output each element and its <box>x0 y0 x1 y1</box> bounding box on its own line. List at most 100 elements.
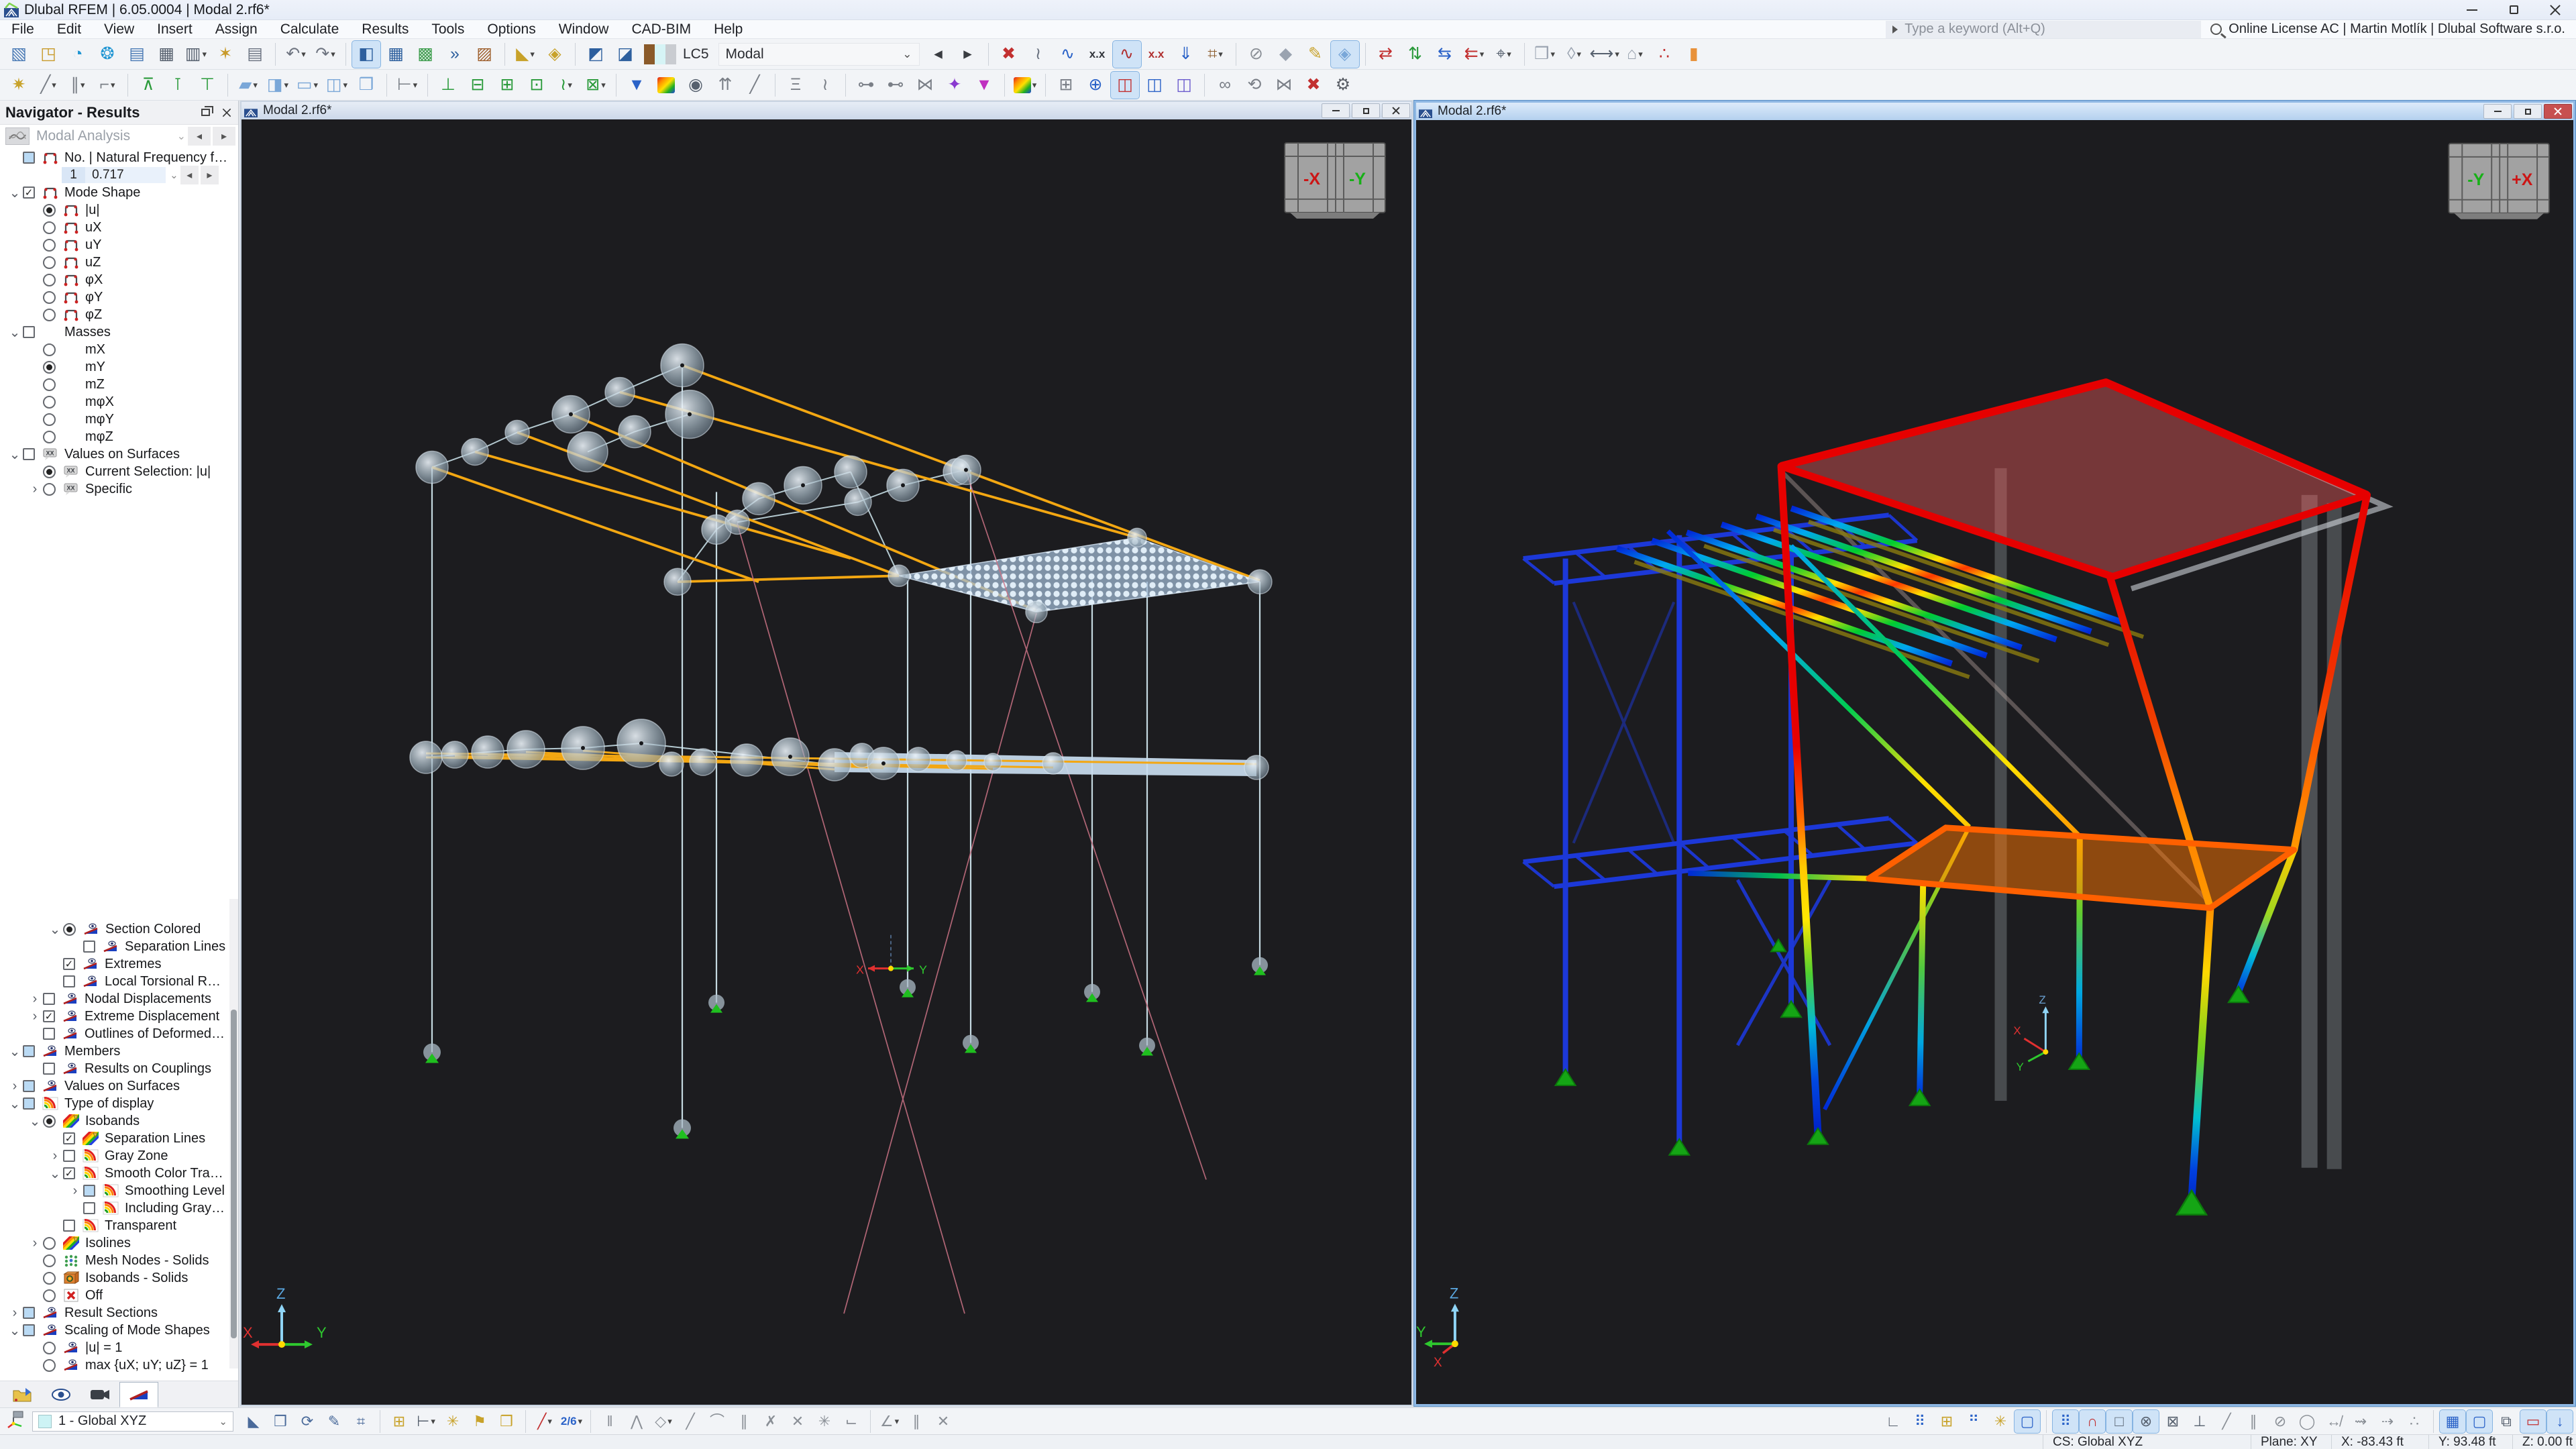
snap-off-3-button[interactable]: ⇢ <box>2375 1410 2400 1433</box>
radio-button[interactable] <box>43 413 56 426</box>
dropdown-arrow-icon[interactable]: ▾ <box>253 80 258 91</box>
ortho-mode-button[interactable]: ∟ <box>1880 1410 1906 1433</box>
radio-button[interactable] <box>43 360 56 374</box>
expander-icon[interactable]: ⌄ <box>7 446 23 463</box>
checkbox[interactable] <box>23 152 35 164</box>
tree-item[interactable]: Off <box>0 1287 228 1304</box>
new-line-button[interactable]: ╱ ▾ <box>34 72 62 99</box>
grid-snap-star-button[interactable]: ✳ <box>1988 1410 2013 1433</box>
radio-button[interactable] <box>43 203 56 217</box>
tree-item[interactable]: |u| = 1 <box>0 1339 228 1356</box>
hinge-release-b-button[interactable]: ⊷ <box>881 72 910 99</box>
dropdown-arrow-icon[interactable]: ▾ <box>111 80 115 91</box>
expander-icon[interactable]: ⌄ <box>47 1165 63 1182</box>
expander-icon[interactable]: › <box>7 1305 23 1321</box>
tree-item[interactable]: ⌄ Type of display <box>0 1095 228 1112</box>
guide-diamond-button[interactable]: ◇ ▾ <box>651 1410 676 1433</box>
checkbox[interactable]: ✓ <box>43 1010 55 1022</box>
coordinate-system-combo[interactable]: 1 - Global XYZ ⌄ <box>32 1411 233 1432</box>
new-dimension-button[interactable]: ⊢ ▾ <box>393 72 421 99</box>
radio-button[interactable] <box>43 482 56 496</box>
minimize-button[interactable] <box>2451 0 2493 20</box>
isoband-style-button[interactable]: ▾ <box>1011 72 1039 99</box>
new-member-group-button[interactable]: ⊤ <box>193 72 221 99</box>
checkbox[interactable] <box>43 1028 55 1040</box>
new-line-type-button[interactable]: ∥ ▾ <box>64 72 92 99</box>
guide-fan-button[interactable]: ⋀ <box>624 1410 649 1433</box>
snap-off-2-button[interactable]: ⇝ <box>2348 1410 2373 1433</box>
checkbox[interactable]: ✓ <box>63 1167 75 1179</box>
checkbox[interactable] <box>23 1097 35 1110</box>
expander-icon[interactable]: › <box>27 991 43 1007</box>
tree-item[interactable]: mZ <box>0 376 228 393</box>
detail-view-button[interactable]: ⌖ ▾ <box>1490 41 1518 68</box>
radio-button[interactable] <box>43 343 56 356</box>
radio-button[interactable] <box>43 465 56 478</box>
guide-parallel-button[interactable]: ∥ <box>731 1410 757 1433</box>
tree-item[interactable]: Local Torsional Rotatio... <box>0 973 228 990</box>
tab-display-navigator[interactable] <box>42 1382 80 1407</box>
fe-mesh-button[interactable]: ⊞ <box>1052 72 1080 99</box>
checkbox[interactable] <box>63 1150 75 1162</box>
line-snap-button[interactable]: ╱ ▾ <box>532 1410 557 1433</box>
snap-endpoint-button[interactable]: □ <box>2106 1409 2133 1434</box>
view-cube[interactable]: -Y +X <box>2448 142 2551 219</box>
menu-calculate[interactable]: Calculate <box>269 20 351 39</box>
previous-analysis-button[interactable]: ◂ <box>188 127 211 146</box>
view-in-y-button[interactable]: ⇅ <box>1401 41 1430 68</box>
tree-item[interactable]: › Values on Surfaces <box>0 1077 228 1095</box>
expander-icon[interactable]: ⌄ <box>7 184 23 201</box>
dropdown-arrow-icon[interactable]: ▾ <box>667 1416 672 1427</box>
close-button[interactable] <box>2534 0 2576 20</box>
grid-spacing-button[interactable]: 2/6 ▾ <box>559 1410 584 1433</box>
navigator-toggle-button[interactable]: ◧ <box>352 40 381 68</box>
section-profile-button[interactable]: Ξ <box>782 72 810 99</box>
search-input[interactable] <box>1904 21 2195 37</box>
magic-wand-button[interactable]: ✦ <box>941 72 969 99</box>
building-story-button[interactable]: ⌂ ▾ <box>1621 41 1649 68</box>
grid-add-button[interactable]: ⊞ <box>1934 1410 1960 1433</box>
tree-item[interactable]: Results on Couplings <box>0 1060 228 1077</box>
snap-tangent-button[interactable]: ⊘ <box>2267 1410 2293 1433</box>
menu-options[interactable]: Options <box>476 20 547 39</box>
solid-scene-button[interactable]: ◉ <box>682 72 710 99</box>
dropdown-arrow-icon[interactable]: ▾ <box>895 1416 900 1427</box>
dropdown-arrow-icon[interactable]: ▾ <box>431 1416 435 1427</box>
tree-item[interactable]: ⌄ Masses <box>0 323 228 341</box>
analysis-type-combo[interactable]: Modal Analysis ⌄ ◂ ▸ <box>0 125 238 148</box>
dropdown-arrow-icon[interactable]: ▾ <box>1550 49 1555 60</box>
new-block-button[interactable]: ❒ <box>352 72 380 99</box>
radio-button[interactable] <box>43 1289 56 1302</box>
work-plane-copy-button[interactable]: ⌗ <box>348 1410 374 1433</box>
previous-load-case-button[interactable]: ◂ <box>924 41 953 68</box>
view-in-minus-x-button[interactable]: ⇇ ▾ <box>1460 41 1489 68</box>
tree-item[interactable]: › Result Sections <box>0 1304 228 1322</box>
radio-button[interactable] <box>63 922 76 936</box>
section-plane-x-button[interactable]: ◫ <box>1110 70 1140 99</box>
guide-parallel-2-button[interactable]: ∥ <box>904 1410 929 1433</box>
snap-perpendicular-button[interactable]: ⊥ <box>2187 1410 2212 1433</box>
dropdown-arrow-icon[interactable]: ▾ <box>301 49 306 60</box>
snap-nearest-button[interactable]: ╱ <box>2214 1410 2239 1433</box>
mid-floor-beam[interactable] <box>1688 870 1869 881</box>
checkbox[interactable] <box>83 1202 95 1214</box>
snap-magnet-button[interactable]: ∩ <box>2079 1409 2106 1434</box>
dropdown-arrow-icon[interactable]: ▾ <box>203 49 207 60</box>
edit-surfaces-button[interactable]: ✎ <box>1301 41 1330 68</box>
measure-tool-button[interactable]: ⟷ ▾ <box>1590 41 1619 68</box>
mode-number-selector[interactable]: 1 0.717 ⌄ ◂ ▸ <box>0 166 228 184</box>
tree-item[interactable]: ✓ Separation Lines <box>0 1130 228 1147</box>
model-view-right[interactable]: Z X Y Z Y X -Y +X <box>1416 120 2573 1404</box>
radio-button[interactable] <box>43 273 56 286</box>
new-solid-button[interactable]: ◫ ▾ <box>323 72 351 99</box>
menu-results[interactable]: Results <box>350 20 420 39</box>
edit-model-data-button[interactable]: ▤ <box>123 41 151 68</box>
tree-item[interactable]: uZ <box>0 254 228 271</box>
tree-item[interactable]: Outlines of Deformed Surf... <box>0 1025 228 1042</box>
redo-button[interactable]: ↷ ▾ <box>311 41 339 68</box>
open-recent-button[interactable]: ◔ <box>64 41 92 68</box>
show-internal-forces-button[interactable]: ≀ <box>1024 41 1053 68</box>
checkbox[interactable] <box>63 1220 75 1232</box>
tree-item[interactable]: φX <box>0 271 228 288</box>
menu-file[interactable]: File <box>0 20 46 39</box>
